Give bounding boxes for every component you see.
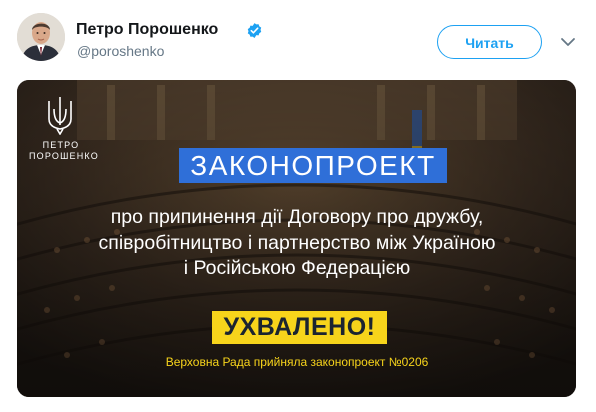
- trident-logo-icon: [48, 97, 72, 135]
- author-name[interactable]: Петро Порошенко: [76, 20, 218, 40]
- description-line: і Російською Федерацією: [183, 257, 411, 279]
- avatar[interactable]: [17, 13, 65, 61]
- bill-title: ЗАКОНОПРОЕКТ: [179, 148, 447, 183]
- tweet-card: Петро Порошенко @poroshenko Читать ПЕТРО…: [0, 0, 596, 412]
- logo-text: ПЕТРО ПОРОШЕНКО: [29, 140, 99, 161]
- description-line: про припинення дії Договору про дружбу,: [110, 206, 484, 228]
- tweet-image[interactable]: ПЕТРО ПОРОШЕНКО ЗАКОНОПРОЕКТ про припине…: [17, 80, 576, 397]
- chevron-down-icon[interactable]: [560, 35, 576, 49]
- bill-description: про припинення дії Договору про дружбу, …: [77, 205, 517, 282]
- status-badge: УХВАЛЕНО!: [212, 311, 387, 344]
- follow-button[interactable]: Читать: [437, 25, 542, 59]
- footnote: Верховна Рада прийняла законопроект №020…: [165, 355, 429, 369]
- author-handle[interactable]: @poroshenko: [77, 43, 164, 59]
- description-line: співробітництво і партнерство між Україн…: [98, 231, 496, 254]
- verified-badge-icon: [247, 23, 262, 38]
